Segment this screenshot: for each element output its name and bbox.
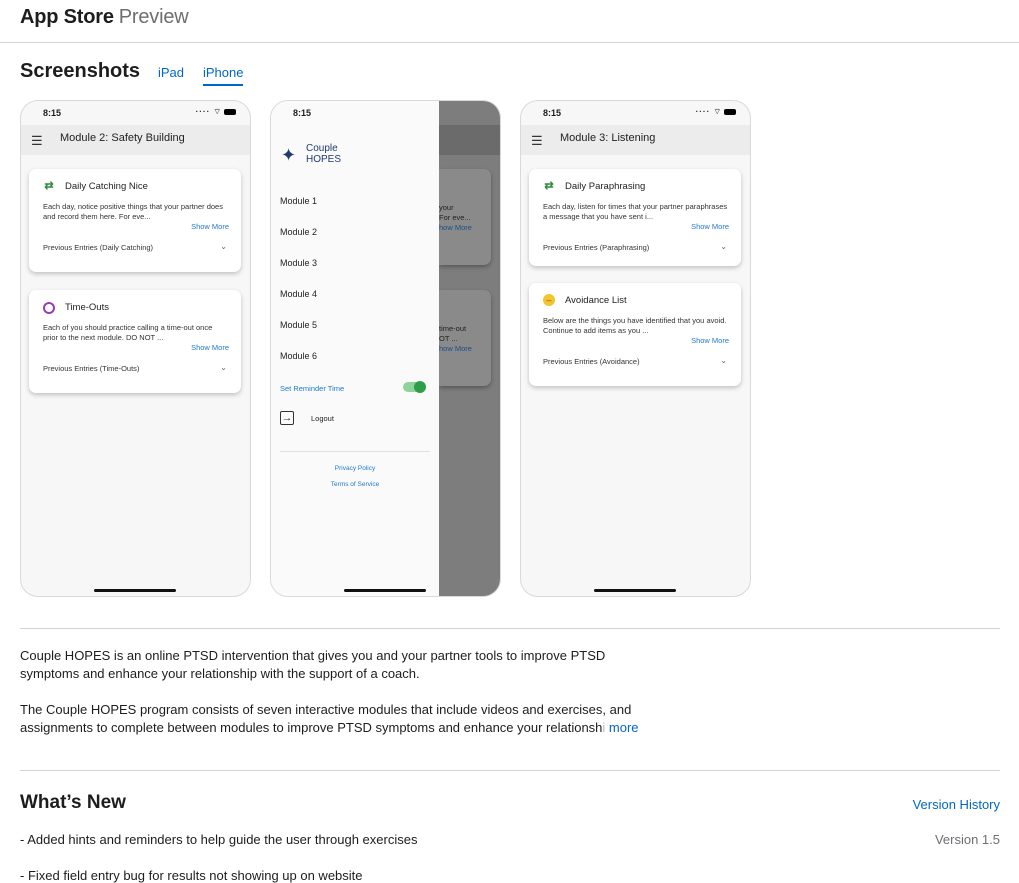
show-more-link: Show More — [191, 222, 229, 231]
hamburger-menu-icon: ☰ — [531, 133, 543, 148]
card-title: Time-Outs — [65, 302, 109, 313]
status-bar: 8:15 ···· ⌔ — [21, 101, 250, 125]
privacy-policy-link: Privacy Policy — [334, 465, 376, 472]
card-title: Daily Paraphrasing — [565, 181, 646, 192]
drawer-item-module-1: Module 1 — [280, 196, 318, 206]
activity-card: ⇄ Daily Catching Nice Each day, notice p… — [29, 169, 241, 272]
peek-text: For eve... — [439, 213, 471, 222]
section-divider — [20, 628, 1000, 629]
previous-entries-label: Previous Entries (Avoidance) — [543, 357, 640, 366]
peek-link: how More — [439, 344, 472, 353]
screenshot-2[interactable]: your For eve... how More time-out OT ...… — [270, 100, 501, 597]
description-fade: i — [602, 720, 606, 735]
home-indicator — [344, 589, 426, 592]
logout-icon: → — [280, 411, 294, 425]
timeout-icon — [43, 302, 55, 314]
drawer-divider — [280, 451, 430, 452]
card-description: Each day, notice positive things that yo… — [43, 202, 223, 221]
app-store-brand[interactable]: App Store Preview — [20, 6, 189, 29]
drawer-item-module-6: Module 6 — [280, 351, 318, 361]
peek-text: time-out — [439, 324, 467, 333]
status-time: 8:15 — [43, 108, 62, 118]
navigation-drawer: 8:15 ✦ Couple HOPES Module 1 Module 2 Mod… — [271, 101, 439, 596]
battery-icon — [724, 108, 736, 115]
brand-subtitle: Preview — [118, 6, 189, 28]
drawer-item-module-5: Module 5 — [280, 320, 318, 330]
screenshots-heading: Screenshots — [20, 60, 141, 82]
logout-label: Logout — [311, 414, 334, 423]
previous-entries-label: Previous Entries (Daily Catching) — [43, 243, 154, 252]
status-time: 8:15 — [293, 108, 312, 118]
card-title: Avoidance List — [565, 295, 627, 306]
dimmed-content-overlay: your For eve... how More time-out OT ...… — [439, 101, 500, 596]
top-header: App Store Preview — [0, 0, 1019, 43]
logo-text: Couple HOPES — [306, 143, 342, 165]
status-icons: ···· ⌔ — [196, 107, 236, 117]
chevron-down-icon: ⌄ — [720, 242, 727, 251]
status-bar: 8:15 — [271, 101, 439, 125]
drawer-item-module-3: Module 3 — [280, 258, 318, 268]
drawer-item-module-2: Module 2 — [280, 227, 318, 237]
dimmed-app-bar — [439, 125, 500, 155]
peek-link: how More — [439, 223, 472, 232]
description-paragraph-1: Couple HOPES is an online PTSD intervent… — [20, 648, 606, 681]
drawer-item-module-4: Module 4 — [280, 289, 318, 299]
app-bar: ☰ Module 2: Safety Building — [21, 125, 250, 155]
reminder-toggle — [403, 381, 426, 393]
show-more-link: Show More — [691, 222, 729, 231]
previous-entries-label: Previous Entries (Time-Outs) — [43, 364, 140, 373]
activity-card: ⇄ Daily Paraphrasing Each day, listen fo… — [529, 169, 741, 266]
avoidance-icon: – — [543, 294, 555, 306]
description-text: The Couple HOPES program consists of sev… — [20, 702, 632, 735]
chevron-down-icon: ⌄ — [220, 363, 227, 372]
app-bar: ☰ Module 3: Listening — [521, 125, 750, 155]
card-title: Daily Catching Nice — [65, 181, 148, 192]
show-more-link: Show More — [191, 343, 229, 352]
whats-new-heading: What’s New — [20, 792, 126, 813]
more-link[interactable]: more — [609, 720, 639, 735]
card-description: Each of you should practice calling a ti… — [43, 323, 213, 342]
previous-entries-label: Previous Entries (Paraphrasing) — [543, 243, 650, 252]
hamburger-menu-icon: ☰ — [31, 133, 43, 148]
version-label: Version 1.5 — [934, 832, 1000, 847]
card-description: Each day, listen for times that your par… — [543, 202, 728, 221]
repeat-icon: ⇄ — [544, 180, 554, 192]
section-divider — [20, 770, 1000, 771]
chevron-down-icon: ⌄ — [720, 356, 727, 365]
dimmed-card: your For eve... how More — [439, 169, 491, 265]
home-indicator — [594, 589, 676, 592]
tab-ipad[interactable]: iPad — [158, 65, 184, 84]
toggle-knob — [414, 381, 426, 393]
dimmed-card: time-out OT ... how More — [439, 290, 491, 386]
screenshot-1[interactable]: 8:15 ···· ⌔ ☰ Module 2: Safety Building … — [20, 100, 251, 597]
home-indicator — [94, 589, 176, 592]
status-icons: ···· ⌔ — [696, 107, 736, 117]
activity-card: – Avoidance List Below are the things yo… — [529, 283, 741, 386]
status-bar: 8:15 ···· ⌔ — [521, 101, 750, 125]
peek-text: your — [439, 203, 454, 212]
app-bar-title: Module 2: Safety Building — [60, 132, 185, 144]
brand-title: App Store — [20, 6, 114, 28]
release-note: - Added hints and reminders to help guid… — [20, 832, 418, 847]
screenshot-3[interactable]: 8:15 ···· ⌔ ☰ Module 3: Listening ⇄ Dail… — [520, 100, 751, 597]
tab-iphone[interactable]: iPhone — [203, 65, 244, 86]
release-note: - Fixed field entry bug for results not … — [20, 868, 363, 883]
repeat-icon: ⇄ — [44, 180, 54, 192]
status-time: 8:15 — [543, 108, 562, 118]
set-reminder-label: Set Reminder Time — [280, 384, 345, 393]
description-paragraph-2: The Couple HOPES program consists of sev… — [20, 701, 660, 737]
show-more-link: Show More — [691, 336, 729, 345]
chevron-down-icon: ⌄ — [220, 242, 227, 251]
peek-text: OT ... — [439, 334, 458, 343]
app-bar-title: Module 3: Listening — [560, 132, 656, 144]
version-history-link[interactable]: Version History — [913, 797, 1000, 812]
activity-card: Time-Outs Each of you should practice ca… — [29, 290, 241, 393]
battery-icon — [224, 108, 236, 115]
terms-of-service-link: Terms of Service — [330, 481, 380, 488]
logo-mark-icon: ✦ — [281, 145, 297, 165]
card-description: Below are the things you have identified… — [543, 316, 727, 335]
